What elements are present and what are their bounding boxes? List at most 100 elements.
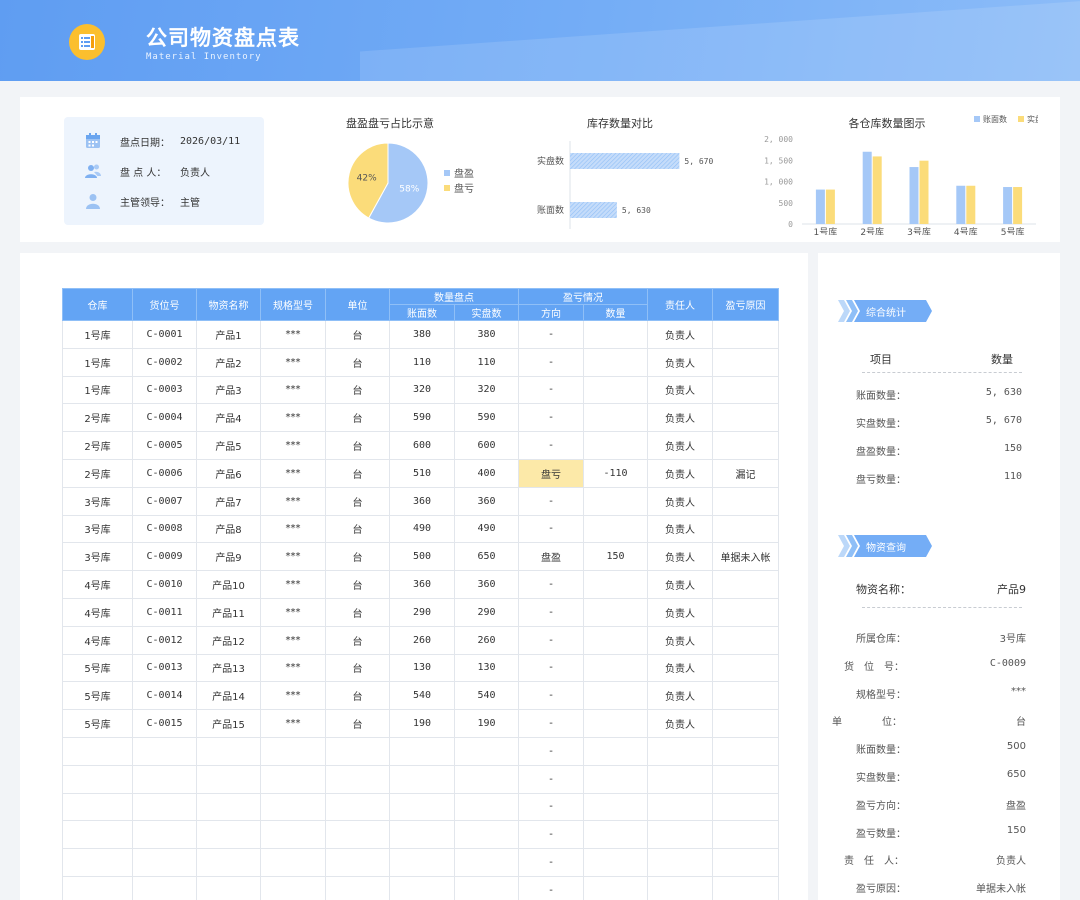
cell-warehouse[interactable]: 5号库 (62, 681, 133, 711)
cell-direction[interactable]: - (518, 486, 584, 516)
cell-actual[interactable]: 380 (454, 320, 519, 349)
cell-unit[interactable]: 台 (325, 653, 390, 683)
cell-owner[interactable]: 负责人 (647, 320, 713, 349)
cell-spec[interactable] (260, 792, 326, 822)
cell-owner[interactable] (647, 792, 713, 822)
cell-book[interactable]: 490 (389, 514, 455, 544)
cell-owner[interactable]: 负责人 (647, 653, 713, 683)
cell-code[interactable]: C-0013 (132, 653, 197, 683)
cell-owner[interactable]: 负责人 (647, 514, 713, 544)
cell-book[interactable]: 360 (389, 486, 455, 516)
cell-owner[interactable] (647, 764, 713, 794)
cell-name[interactable]: 产品13 (196, 653, 261, 683)
cell-warehouse[interactable]: 2号库 (62, 458, 133, 488)
cell-actual[interactable]: 650 (454, 542, 519, 572)
cell-direction[interactable]: - (518, 875, 584, 900)
cell-warehouse[interactable]: 3号库 (62, 514, 133, 544)
cell-spec[interactable]: *** (260, 597, 326, 627)
cell-code[interactable]: C-0011 (132, 597, 197, 627)
cell-spec[interactable]: *** (260, 486, 326, 516)
cell-direction[interactable]: - (518, 820, 584, 850)
cell-unit[interactable]: 台 (325, 458, 390, 488)
table-row[interactable]: 1号库 C-0001 产品1 *** 台 380 380- 负责人 (62, 320, 779, 349)
cell-unit[interactable]: 台 (325, 347, 390, 377)
cell-actual[interactable] (454, 875, 519, 900)
cell-actual[interactable]: 290 (454, 597, 519, 627)
cell-diff-qty[interactable] (583, 486, 648, 516)
cell-code[interactable]: C-0012 (132, 625, 197, 655)
cell-book[interactable] (389, 875, 455, 900)
cell-unit[interactable]: 台 (325, 375, 390, 405)
cell-direction[interactable]: 盘盈 (518, 542, 584, 572)
cell-reason[interactable] (712, 709, 779, 738)
table-row[interactable]: 4号库 C-0011 产品11 *** 台 290 290- 负责人 (62, 597, 779, 627)
cell-direction[interactable]: - (518, 736, 584, 766)
cell-spec[interactable] (260, 848, 326, 877)
cell-actual[interactable]: 110 (454, 347, 519, 377)
cell-code[interactable]: C-0002 (132, 347, 197, 377)
table-row[interactable]: 3号库 C-0008 产品8 *** 台 490 490- 负责人 (62, 514, 779, 544)
cell-code[interactable]: C-0001 (132, 320, 197, 349)
cell-direction[interactable]: - (518, 403, 584, 433)
cell-name[interactable] (196, 792, 261, 822)
cell-name[interactable] (196, 820, 261, 850)
cell-reason[interactable] (712, 625, 779, 655)
cell-unit[interactable] (325, 792, 390, 822)
cell-name[interactable]: 产品10 (196, 570, 261, 599)
cell-reason[interactable] (712, 875, 779, 900)
cell-spec[interactable]: *** (260, 681, 326, 711)
cell-spec[interactable]: *** (260, 375, 326, 405)
cell-unit[interactable]: 台 (325, 709, 390, 738)
cell-reason[interactable] (712, 486, 779, 516)
cell-spec[interactable]: *** (260, 431, 326, 460)
cell-actual[interactable]: 320 (454, 375, 519, 405)
cell-book[interactable]: 260 (389, 625, 455, 655)
cell-reason[interactable]: 漏记 (712, 458, 779, 488)
table-row[interactable]: 3号库 C-0009 产品9 *** 台 500 650 盘盈 150 负责人 单据未入帐 (62, 542, 779, 572)
cell-spec[interactable] (260, 764, 326, 794)
cell-unit[interactable] (325, 736, 390, 766)
cell-book[interactable] (389, 792, 455, 822)
cell-direction[interactable]: - (518, 764, 584, 794)
cell-code[interactable]: C-0004 (132, 403, 197, 433)
cell-code[interactable]: C-0014 (132, 681, 197, 711)
cell-unit[interactable]: 台 (325, 570, 390, 599)
cell-name[interactable]: 产品15 (196, 709, 261, 738)
cell-warehouse[interactable]: 5号库 (62, 653, 133, 683)
cell-diff-qty[interactable] (583, 764, 648, 794)
cell-unit[interactable]: 台 (325, 403, 390, 433)
cell-diff-qty[interactable] (583, 597, 648, 627)
cell-book[interactable]: 600 (389, 431, 455, 460)
cell-name[interactable]: 产品14 (196, 681, 261, 711)
cell-diff-qty[interactable] (583, 320, 648, 349)
cell-spec[interactable] (260, 736, 326, 766)
cell-spec[interactable]: *** (260, 347, 326, 377)
cell-reason[interactable] (712, 681, 779, 711)
cell-actual[interactable]: 360 (454, 570, 519, 599)
cell-code[interactable] (132, 875, 197, 900)
table-row[interactable]: - (62, 764, 779, 794)
cell-reason[interactable] (712, 736, 779, 766)
cell-diff-qty[interactable] (583, 347, 648, 377)
cell-name[interactable]: 产品1 (196, 320, 261, 349)
cell-direction[interactable]: - (518, 320, 584, 349)
cell-spec[interactable]: *** (260, 625, 326, 655)
cell-name[interactable]: 产品12 (196, 625, 261, 655)
cell-book[interactable] (389, 736, 455, 766)
cell-warehouse[interactable] (62, 764, 133, 794)
cell-warehouse[interactable]: 1号库 (62, 375, 133, 405)
cell-code[interactable]: C-0003 (132, 375, 197, 405)
cell-reason[interactable] (712, 375, 779, 405)
cell-name[interactable] (196, 764, 261, 794)
cell-owner[interactable] (647, 848, 713, 877)
table-row[interactable]: - (62, 875, 779, 900)
cell-spec[interactable]: *** (260, 320, 326, 349)
cell-owner[interactable]: 负责人 (647, 570, 713, 599)
cell-direction[interactable]: - (518, 709, 584, 738)
cell-actual[interactable]: 400 (454, 458, 519, 488)
cell-diff-qty[interactable] (583, 375, 648, 405)
cell-direction[interactable]: - (518, 375, 584, 405)
cell-spec[interactable]: *** (260, 653, 326, 683)
cell-warehouse[interactable] (62, 792, 133, 822)
cell-warehouse[interactable]: 4号库 (62, 597, 133, 627)
